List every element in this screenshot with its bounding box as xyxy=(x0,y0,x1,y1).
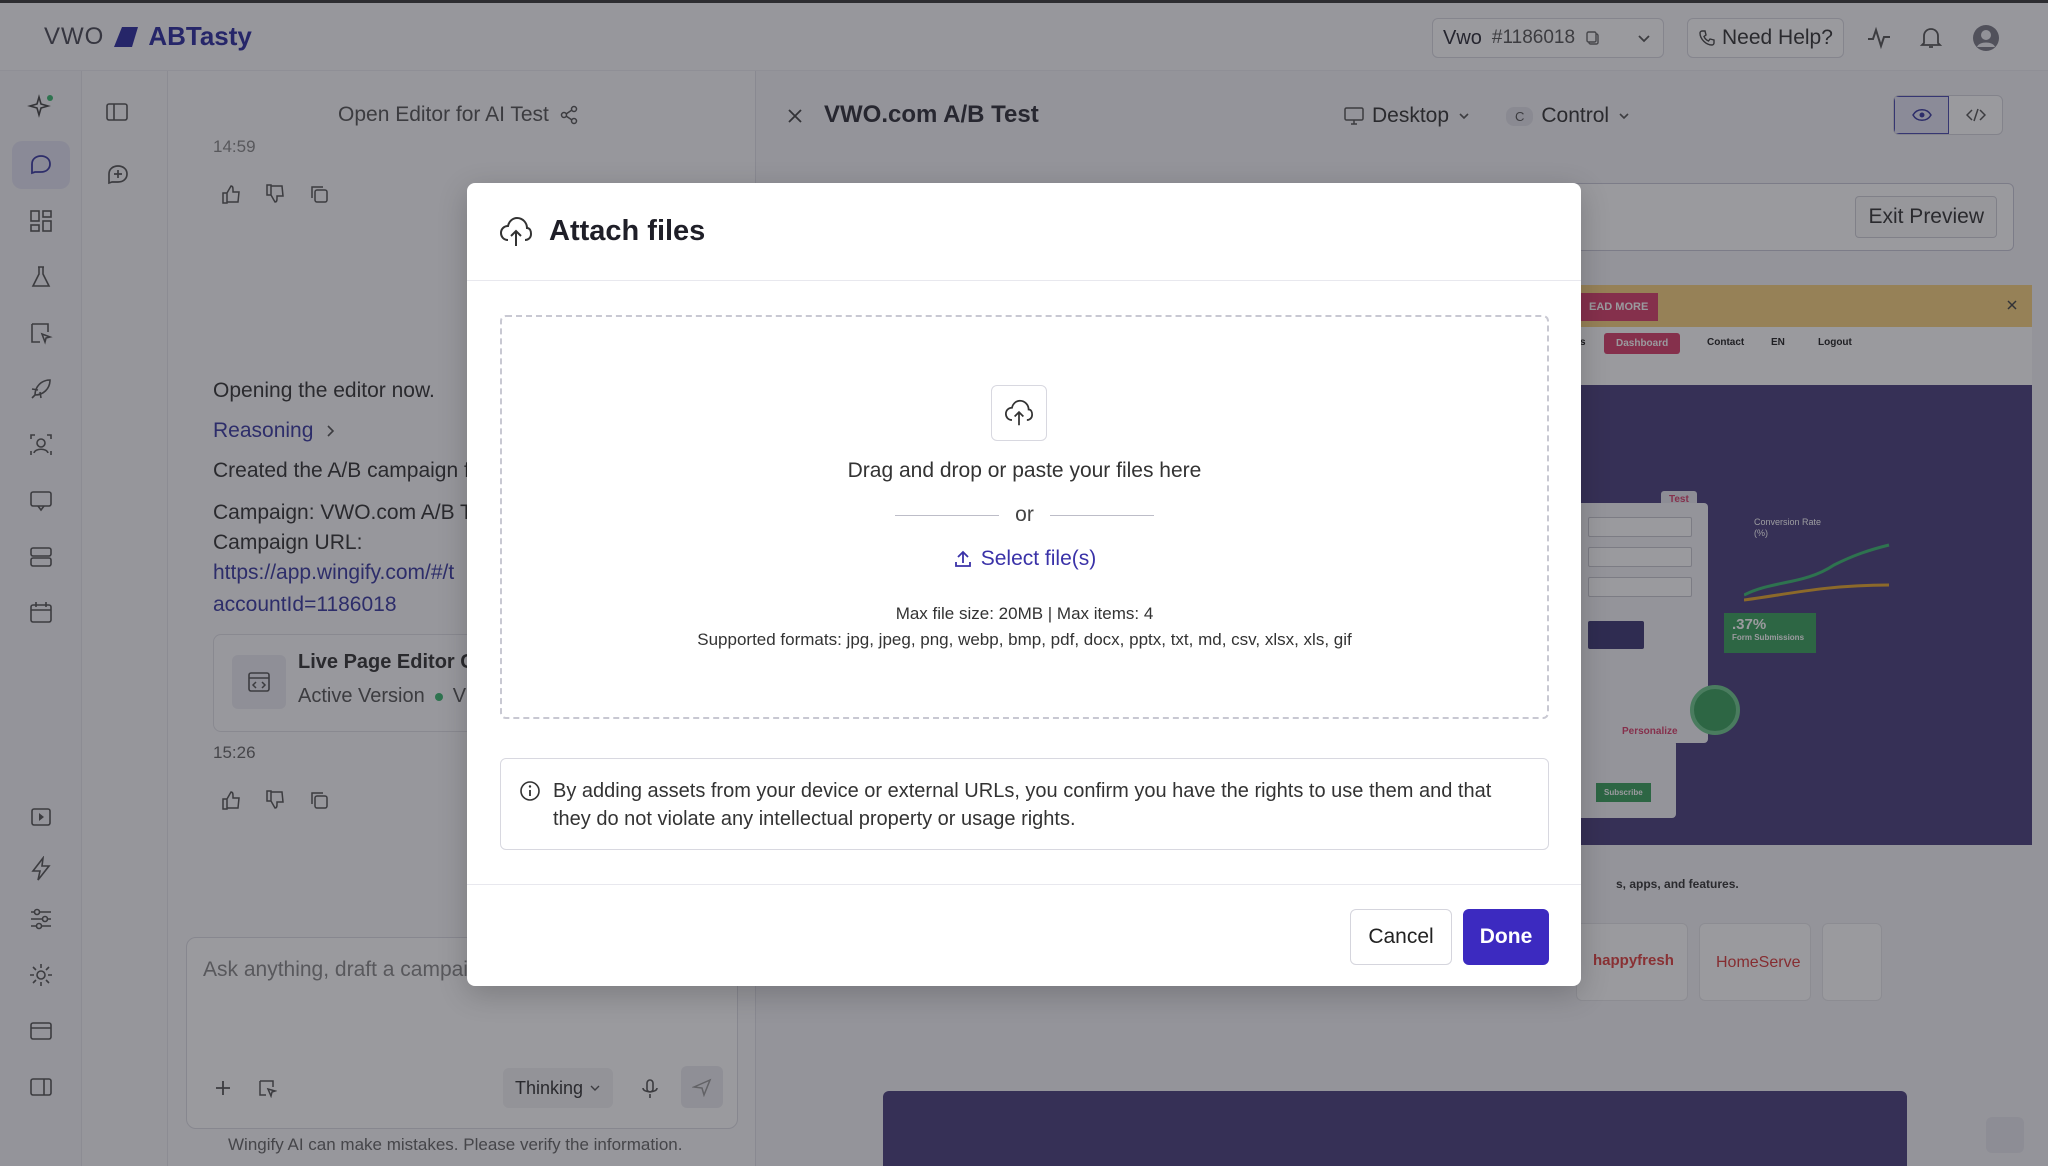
or-divider: or xyxy=(502,503,1547,527)
select-files-row: Select file(s) xyxy=(502,547,1547,571)
cloud-upload-icon xyxy=(499,216,533,246)
upload-icon-box xyxy=(991,385,1047,441)
rights-notice-text: By adding assets from your device or ext… xyxy=(553,780,1492,830)
divider-line xyxy=(1049,514,1154,516)
divider-line xyxy=(895,514,1000,516)
upload-limits: Max file size: 20MB | Max items: 4 Suppo… xyxy=(502,601,1547,653)
upload-icon xyxy=(954,550,971,567)
cancel-button[interactable]: Cancel xyxy=(1350,909,1452,965)
cloud-upload-icon xyxy=(1004,399,1034,426)
attach-files-dialog: Attach files Drag and drop or paste your… xyxy=(467,183,1581,986)
or-text: or xyxy=(1015,503,1034,526)
info-icon xyxy=(520,781,540,801)
dialog-header: Attach files xyxy=(467,183,1581,281)
dialog-title: Attach files xyxy=(549,215,706,247)
done-button[interactable]: Done xyxy=(1463,909,1549,965)
select-files-label: Select file(s) xyxy=(980,547,1097,570)
select-files-button[interactable]: Select file(s) xyxy=(953,547,1097,571)
supported-formats: Supported formats: jpg, jpeg, png, webp,… xyxy=(697,630,1352,649)
file-dropzone[interactable]: Drag and drop or paste your files here o… xyxy=(500,315,1549,719)
dropzone-instruction: Drag and drop or paste your files here xyxy=(847,459,1202,482)
size-limits: Max file size: 20MB | Max items: 4 xyxy=(895,604,1154,623)
rights-notice: By adding assets from your device or ext… xyxy=(500,758,1549,850)
dialog-footer: Cancel Done xyxy=(467,884,1581,986)
